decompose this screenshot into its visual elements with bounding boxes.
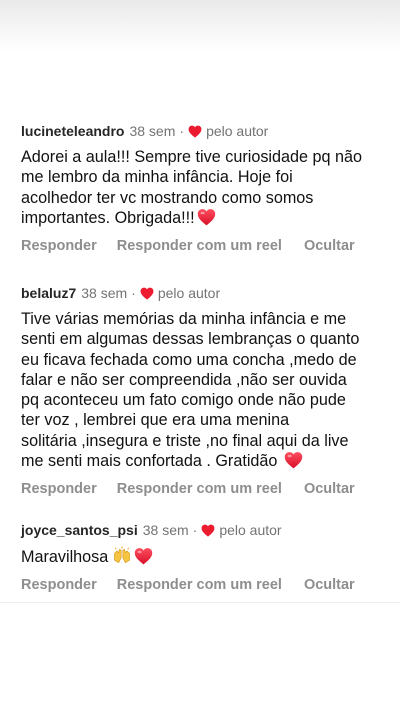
comment-meta: joyce_santos_psi 38 sem · pelo autor xyxy=(21,520,381,540)
reply-with-reel-button[interactable]: Responder com um reel xyxy=(117,577,282,593)
liked-by-author-label: pelo autor xyxy=(157,285,221,301)
comment-username[interactable]: joyce_santos_psi xyxy=(21,520,138,540)
comment-text: Maravilhosa xyxy=(21,548,109,566)
comment-time: 38 sem xyxy=(142,522,189,538)
meta-separator: · xyxy=(131,285,136,301)
top-shadow xyxy=(0,0,400,52)
comment-item: joyce_santos_psi 38 sem · pelo autor Mar… xyxy=(21,520,381,593)
comment-meta: lucineteleandro 38 sem · pelo autor xyxy=(21,121,381,141)
comment-meta: belaluz7 38 sem · pelo autor xyxy=(21,283,381,303)
liked-by-author-label: pelo autor xyxy=(219,522,282,538)
heart-icon xyxy=(140,287,154,300)
red-heart-emoji xyxy=(135,548,153,565)
comment-item: belaluz7 38 sem · pelo autor Tive várias… xyxy=(21,283,381,497)
reply-button[interactable]: Responder xyxy=(21,577,97,593)
comment-username[interactable]: lucineteleandro xyxy=(21,121,124,141)
heart-icon xyxy=(201,524,215,537)
red-heart-emoji xyxy=(284,452,303,469)
red-heart-emoji xyxy=(197,208,215,226)
comment-text-wrapper: Adorei a aula!!! Sempre tive curiosidade… xyxy=(21,147,381,228)
comments-screen: lucineteleandro 38 sem · pelo autor Ador… xyxy=(0,0,400,711)
comment-time: 38 sem xyxy=(81,285,128,301)
reply-button[interactable]: Responder xyxy=(21,238,97,254)
raising-hands-emoji xyxy=(114,546,131,564)
comment-text: Tive várias memórias da minha infância e… xyxy=(21,310,360,471)
comment-time: 38 sem xyxy=(129,123,176,139)
hide-button[interactable]: Ocultar xyxy=(304,238,355,254)
comment-username[interactable]: belaluz7 xyxy=(21,283,76,303)
meta-separator: · xyxy=(179,123,185,139)
comment-item: lucineteleandro 38 sem · pelo autor Ador… xyxy=(21,121,381,254)
comment-text-wrapper: Tive várias memórias da minha infância e… xyxy=(21,309,381,471)
comment-text: Adorei a aula!!! Sempre tive curiosidade… xyxy=(21,148,363,227)
reply-with-reel-button[interactable]: Responder com um reel xyxy=(117,238,282,254)
list-divider xyxy=(0,602,400,603)
hide-button[interactable]: Ocultar xyxy=(304,577,355,593)
comment-actions: Responder Responder com um reel Ocultar xyxy=(21,577,381,593)
heart-icon xyxy=(188,125,202,138)
comment-actions: Responder Responder com um reel Ocultar xyxy=(21,481,381,497)
comment-actions: Responder Responder com um reel Ocultar xyxy=(21,238,381,254)
reply-with-reel-button[interactable]: Responder com um reel xyxy=(117,481,282,497)
comment-text-wrapper: Maravilhosa xyxy=(21,546,381,567)
liked-by-author-label: pelo autor xyxy=(206,123,269,139)
hide-button[interactable]: Ocultar xyxy=(304,481,355,497)
reply-button[interactable]: Responder xyxy=(21,481,97,497)
meta-separator: · xyxy=(192,522,198,538)
